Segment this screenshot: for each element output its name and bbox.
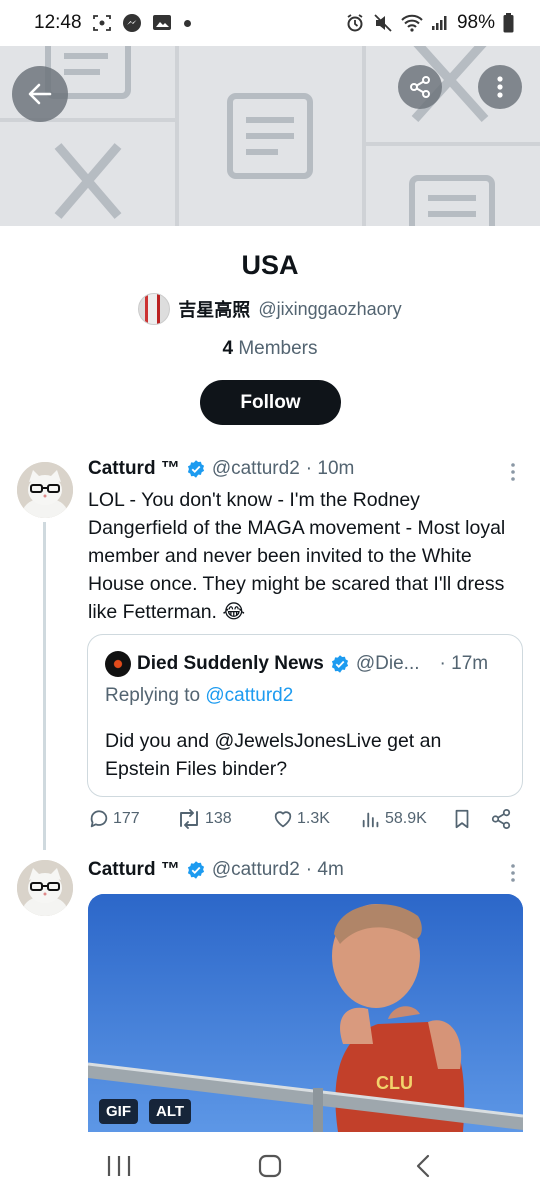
list-banner [0,46,540,226]
tweet-author-handle[interactable]: @catturd2 [212,859,300,881]
tweet-more-button[interactable] [510,863,516,888]
reply-button[interactable]: 177 [88,808,140,830]
members-label: Members [238,338,318,359]
share-icon [410,76,430,98]
system-navigation-bar [0,1132,540,1199]
tweet-author-avatar[interactable] [17,860,73,916]
verified-badge-icon [331,655,348,673]
tweet-author-avatar[interactable] [17,462,73,518]
verified-badge-icon [187,460,204,478]
replying-to-handle: @catturd2 [205,685,294,706]
tweet-header: Catturd ™ @catturd2 · 4m [88,859,344,881]
owner-handle[interactable]: @jixinggaozhaory [258,299,401,320]
quoted-tweet-time: · 17m [439,653,489,674]
thread-connector [43,522,46,850]
retweet-icon [180,809,198,829]
wifi-icon [401,14,423,32]
reply-icon [90,810,108,828]
tweet-author-handle[interactable]: @catturd2 [212,458,300,480]
share-button[interactable] [398,65,442,109]
gif-preview-image: CLU [88,894,523,1132]
owner-avatar[interactable] [138,293,171,325]
tweet-actions: 177 138 1.3K 58.9K [88,808,518,838]
messenger-icon [122,13,142,33]
quoted-tweet[interactable]: Died Suddenly News @Die... · 17m Replyin… [87,634,523,797]
chevron-left-icon [416,1154,430,1178]
quoted-tweet-text: Did you and @JewelsJonesLive get an Epst… [105,730,442,780]
more-vertical-icon [511,463,515,481]
arrow-left-icon [28,83,52,105]
quoted-author-avatar [105,651,131,677]
like-button[interactable]: 1.3K [272,808,330,830]
share-tweet-button[interactable] [490,808,512,830]
more-options-button[interactable] [478,65,522,109]
more-vertical-icon [511,864,515,882]
tweet-author-name[interactable]: Catturd ™ [88,458,180,480]
recent-apps-button[interactable] [106,1154,132,1183]
svg-text:CLU: CLU [376,1073,413,1093]
quoted-author-handle: @Die... [355,653,420,674]
home-button[interactable] [258,1154,282,1183]
cat-avatar-icon [17,860,73,916]
notification-dot-icon [183,19,191,27]
verified-badge-icon [187,861,204,879]
status-time: 12:48 [34,12,82,33]
list-title: USA [241,250,299,280]
banner-pattern-icon [45,46,495,226]
tweet-author-name[interactable]: Catturd ™ [88,859,180,881]
tweet-time[interactable]: · 4m [306,859,344,881]
quoted-tweet-header: Died Suddenly News @Die... · 17m [105,651,488,677]
alarm-icon [345,13,365,33]
screenshot-icon [92,14,112,32]
views-bar-chart-icon [362,812,379,828]
tweet-text: LOL - You don't know - I'm the Rodney Da… [88,489,506,623]
members-count[interactable]: 4 Members [0,338,540,360]
follow-button[interactable]: Follow [200,380,341,425]
tweet-time[interactable]: · 10m [306,458,355,480]
like-count: 1.3K [297,810,330,827]
recent-apps-icon [107,1156,131,1176]
gallery-icon [152,14,174,32]
mute-icon [373,13,393,33]
share-icon [491,808,511,830]
gif-badge: GIF [99,1099,138,1124]
retweet-count: 138 [205,810,232,827]
reply-count: 177 [113,810,140,827]
replying-to-prefix: Replying to [105,685,201,706]
bookmark-icon [455,809,469,829]
back-button[interactable] [12,66,68,122]
tweet-gif-media[interactable]: CLU [88,894,523,1132]
tweet-header: Catturd ™ @catturd2 · 10m [88,458,354,480]
quoted-author-name: Died Suddenly News [137,653,324,674]
list-owner[interactable]: 吉星高照 @jixinggaozhaory [0,293,540,325]
retweet-button[interactable]: 138 [176,808,232,830]
member-count-value: 4 [222,338,234,359]
views-count: 58.9K [385,810,427,827]
signal-icon [431,15,449,31]
status-bar: 12:48 98% [0,0,540,46]
cat-avatar-icon [17,462,73,518]
more-vertical-icon [497,76,503,98]
battery-percent: 98% [456,12,495,33]
tweet-more-button[interactable] [510,462,516,487]
system-back-button[interactable] [414,1154,432,1183]
heart-icon [274,811,292,828]
home-icon [258,1154,282,1178]
battery-icon [503,13,514,33]
views-button[interactable]: 58.9K [360,808,427,830]
alt-badge[interactable]: ALT [149,1099,192,1124]
replying-to: Replying to @catturd2 [105,685,293,707]
owner-name[interactable]: 吉星高照 [178,296,250,322]
bookmark-button[interactable] [452,808,472,830]
